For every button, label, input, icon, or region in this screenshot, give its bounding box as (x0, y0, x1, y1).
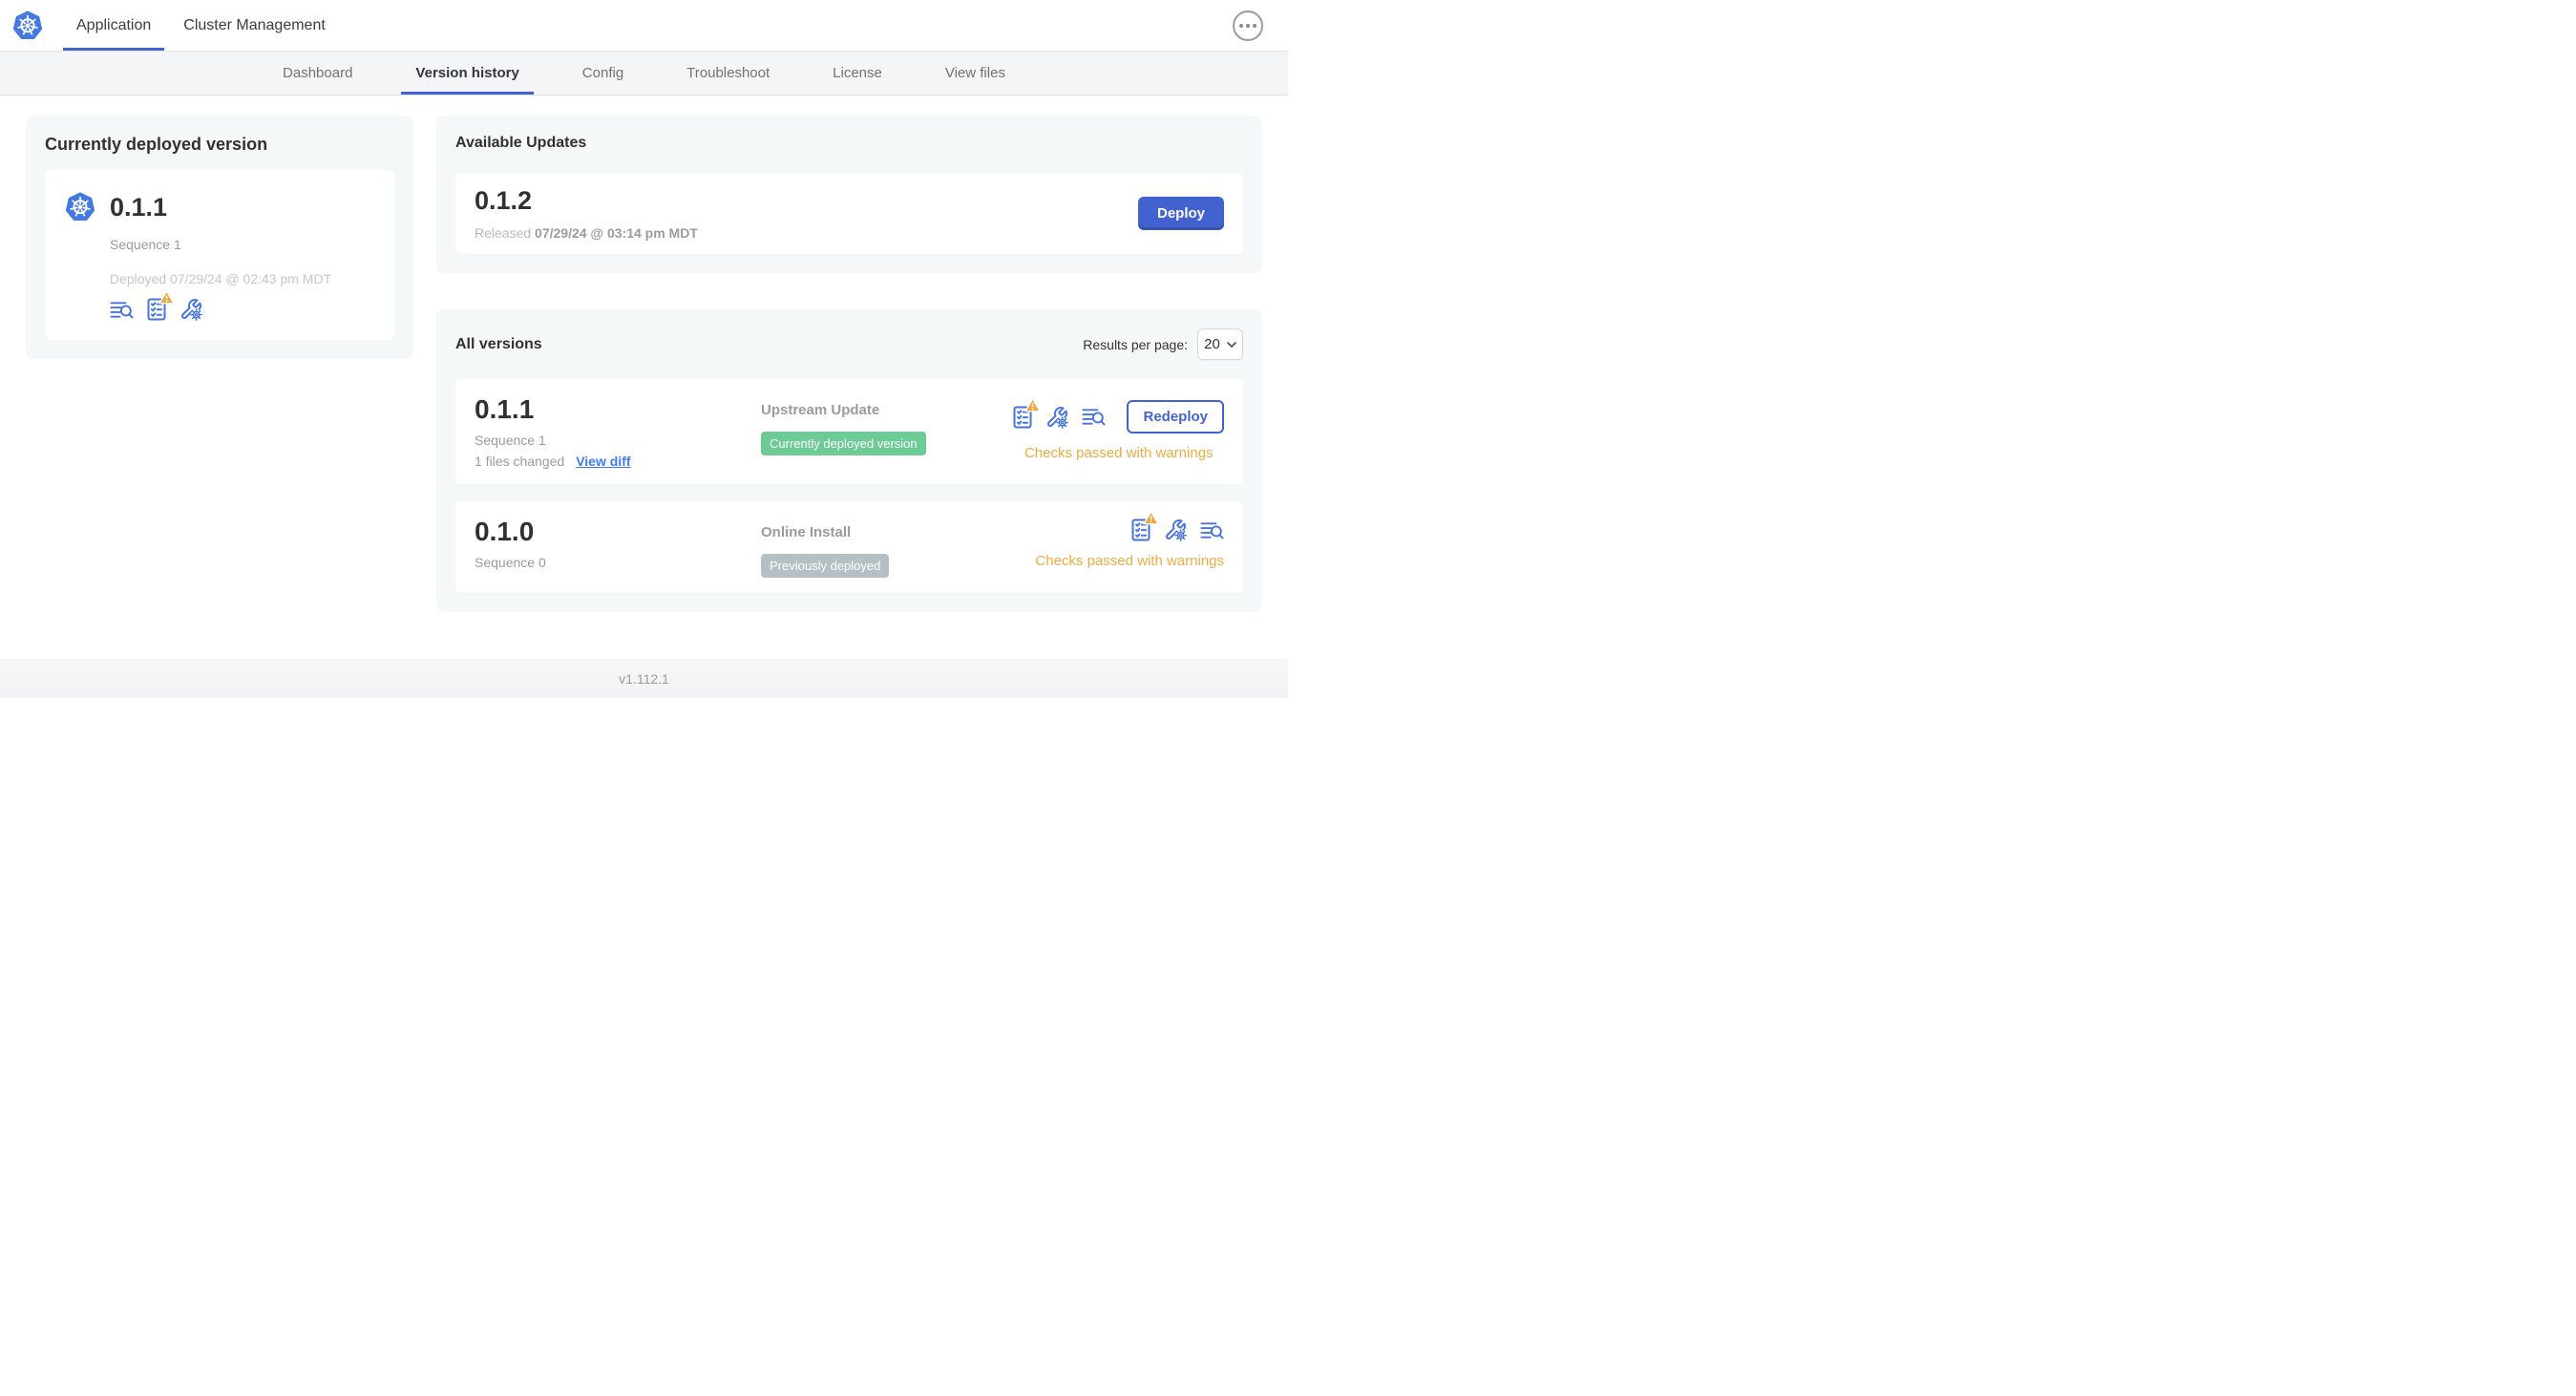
config-wrench-icon[interactable] (179, 298, 202, 321)
warning-triangle-icon (158, 290, 175, 305)
view-diff-icon[interactable] (110, 300, 134, 320)
results-per-page: Results per page: 20 (1083, 328, 1243, 360)
deployed-sequence: Sequence 1 (110, 237, 181, 252)
deployed-timestamp: Deployed 07/29/24 @ 02:43 pm MDT (110, 271, 332, 286)
preflight-status-text: Checks passed with warnings (1024, 445, 1214, 461)
version-source-type: Online Install (761, 524, 852, 540)
available-updates-card: Available Updates 0.1.2 Released 07/29/2… (436, 116, 1262, 273)
currently-deployed-badge: Currently deployed version (761, 432, 926, 455)
deployed-actions (110, 290, 375, 321)
version-row-0-1-1: 0.1.1 Sequence 1 1 files changed View di… (455, 379, 1243, 484)
top-header: Application Cluster Management (0, 0, 1288, 52)
version-row-0-1-0: 0.1.0 Sequence 0 Online Install Previous… (455, 501, 1243, 593)
update-released-line: Released 07/29/24 @ 03:14 pm MDT (475, 225, 698, 241)
tab-application[interactable]: Application (63, 0, 165, 51)
preflight-checks-icon[interactable] (147, 290, 175, 321)
version-source-type: Upstream Update (761, 402, 880, 418)
deployed-version-number: 0.1.1 (110, 192, 168, 222)
subtab-config[interactable]: Config (551, 52, 655, 95)
kubernetes-app-icon (64, 191, 96, 222)
main-content: Currently deployed version 0.1.1 Sequenc… (0, 95, 1288, 612)
results-per-page-select[interactable]: 20 (1197, 328, 1243, 360)
subtab-dashboard[interactable]: Dashboard (251, 52, 384, 95)
update-version-number: 0.1.2 (475, 186, 533, 215)
row-version-number: 0.1.0 (475, 517, 535, 546)
files-changed: 1 files changed (475, 454, 565, 469)
top-tabs: Application Cluster Management (63, 0, 339, 51)
deploy-button[interactable]: Deploy (1137, 197, 1224, 230)
row-sequence: Sequence 0 (475, 555, 546, 570)
kubernetes-logo-icon (11, 9, 44, 40)
preflight-checks-icon[interactable] (1131, 511, 1159, 541)
subtab-version-history[interactable]: Version history (384, 52, 550, 95)
results-per-page-label: Results per page: (1083, 336, 1188, 352)
config-wrench-icon[interactable] (1164, 518, 1187, 541)
currently-deployed-title: Currently deployed version (45, 135, 268, 154)
update-row: 0.1.2 Released 07/29/24 @ 03:14 pm MDT D… (455, 173, 1243, 254)
subtab-troubleshoot[interactable]: Troubleshoot (655, 52, 801, 95)
config-wrench-icon[interactable] (1045, 406, 1069, 429)
all-versions-card: All versions Results per page: 20 0.1.1 … (436, 309, 1262, 612)
app-logo (11, 0, 44, 51)
preflight-status-text: Checks passed with warnings (1035, 553, 1224, 569)
tab-cluster-management[interactable]: Cluster Management (170, 0, 339, 51)
redeploy-button[interactable]: Redeploy (1127, 400, 1224, 434)
preflight-checks-icon[interactable] (1013, 397, 1042, 429)
row-version-number: 0.1.1 (475, 394, 535, 424)
view-diff-link[interactable]: View diff (576, 454, 630, 469)
console-version: v1.112.1 (619, 670, 669, 687)
chevron-down-icon (1227, 341, 1236, 348)
deployed-version-panel: 0.1.1 Sequence 1 Deployed 07/29/24 @ 02:… (45, 170, 394, 340)
view-diff-icon[interactable] (1200, 520, 1224, 540)
ellipsis-icon (1239, 23, 1243, 28)
row-sequence: Sequence 1 (475, 433, 546, 448)
console-footer: v1.112.1 (0, 659, 1288, 698)
header-spacer (339, 0, 1233, 51)
app-subnav: Dashboard Version history Config Trouble… (0, 52, 1288, 95)
previously-deployed-badge: Previously deployed (761, 554, 890, 578)
warning-triangle-icon (1143, 511, 1159, 525)
available-updates-title: Available Updates (455, 135, 587, 151)
update-released-date: 07/29/24 @ 03:14 pm MDT (535, 225, 698, 241)
warning-triangle-icon (1024, 397, 1042, 412)
subtab-license[interactable]: License (801, 52, 914, 95)
view-diff-icon[interactable] (1082, 407, 1107, 427)
subtab-view-files[interactable]: View files (914, 52, 1037, 95)
right-column: Available Updates 0.1.2 Released 07/29/2… (436, 116, 1262, 612)
all-versions-title: All versions (455, 335, 542, 352)
more-options-button[interactable] (1233, 10, 1263, 41)
currently-deployed-card: Currently deployed version 0.1.1 Sequenc… (26, 116, 413, 359)
